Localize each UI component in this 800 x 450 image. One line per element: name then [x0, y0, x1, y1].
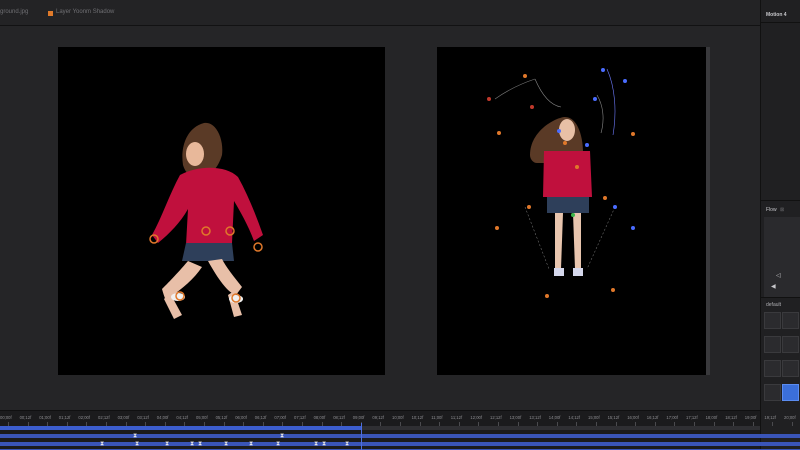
preset-step-icon[interactable] [764, 360, 781, 377]
keyframe-track[interactable]: ⧗ ⧗ [0, 433, 800, 439]
ruler-label: 00;00f [0, 415, 12, 420]
ruler-label: 09;00f [352, 415, 365, 420]
ruler-label: 01;00f [39, 415, 51, 420]
ruler-label: 16;00f [627, 415, 639, 420]
keyframe-marker[interactable]: ⧗ [345, 441, 349, 447]
ruler-label: 00;12f [19, 415, 32, 420]
ruler-label: 15;12f [607, 415, 620, 420]
keyframe-marker[interactable]: ⧗ [133, 433, 137, 439]
ruler-label: 17;00f [666, 415, 679, 420]
ruler-tick [772, 422, 774, 426]
ruler-label: 13;12f [529, 415, 541, 420]
ruler-label: 07;12f [294, 415, 306, 420]
ruler-label: 13;00f [509, 415, 522, 420]
preset-custom-icon[interactable] [782, 384, 799, 401]
ruler-label: 15;00f [588, 415, 600, 420]
timeline[interactable]: 00;00f 00;12f 01;00f 01;12f 02;00f 02;12f 03;0… [0, 410, 800, 450]
keyframe-marker[interactable]: ⧗ [280, 433, 284, 439]
preset-ease-in-out-icon[interactable] [782, 336, 799, 353]
ruler-label: 20;00f [784, 415, 796, 420]
keyframe-marker[interactable]: ⧗ [165, 441, 169, 447]
ruler-label: 09;12f [372, 415, 385, 420]
panel-divider [761, 297, 800, 298]
ruler-label: 04;00f [156, 415, 169, 420]
ruler-label: 03;00f [117, 415, 130, 420]
ruler-label: 19;12f [764, 415, 777, 420]
figure-seated-render [149, 122, 263, 319]
ruler-label: 02;12f [98, 415, 110, 420]
ruler-label: 18;00f [705, 415, 718, 420]
ruler-label: 04;12f [176, 415, 189, 420]
composition-stage [0, 26, 760, 410]
close-icon[interactable]: ⊠ [780, 207, 784, 213]
ruler-label: 10;12f [411, 415, 424, 420]
ruler-label: 06;12f [254, 415, 267, 420]
keyframe-marker[interactable]: ⧗ [322, 441, 326, 447]
tab-layer-shadow[interactable]: Layer Yoonm Shadow [56, 9, 114, 15]
viewer-right-rig[interactable] [437, 47, 706, 375]
ruler-label: 16;12f [646, 415, 659, 420]
panel-divider [761, 200, 800, 201]
ruler-label: 02;00f [78, 415, 91, 420]
ruler-label: 05;00f [196, 415, 208, 420]
ruler-label: 07;00f [274, 415, 287, 420]
preset-linear-icon[interactable] [764, 312, 781, 329]
flow-title: Flow [766, 207, 777, 213]
tab-ground[interactable]: ground.jpg [0, 9, 28, 15]
viewer-right-edge [706, 47, 710, 375]
preset-hold-icon[interactable] [782, 360, 799, 377]
playhead[interactable] [361, 423, 362, 450]
ruler-label: 19;00f [744, 415, 757, 420]
ruler-label: 12;12f [490, 415, 502, 420]
keyframe-track[interactable]: ⧗ ⧗ ⧗ ⧗ ⧗ ⧗ ⧗ ⧗ ⧗ ⧗ ⧗ [0, 441, 800, 447]
ruler-label: 03;12f [137, 415, 149, 420]
figure-rig-render [487, 68, 635, 298]
arrow-left-icon[interactable]: ◀ [771, 283, 776, 290]
keyframe-marker[interactable]: ⧗ [198, 441, 202, 447]
speaker-icon[interactable]: ◁ [776, 272, 781, 279]
keyframe-marker[interactable]: ⧗ [249, 441, 253, 447]
ruler-label: 08;00f [313, 415, 326, 420]
ruler-tick [792, 422, 793, 426]
panel-divider [761, 22, 800, 23]
ruler-label: 12;00f [470, 415, 483, 420]
keyframe-marker[interactable]: ⧗ [190, 441, 194, 447]
keyframe-marker[interactable]: ⧗ [224, 441, 228, 447]
preset-ease-out-icon[interactable] [764, 336, 781, 353]
preset-linear-alt-icon[interactable] [782, 312, 799, 329]
keyframe-marker[interactable]: ⧗ [100, 441, 104, 447]
ruler-label: 14;12f [568, 415, 581, 420]
preset-ease-in-icon[interactable] [764, 384, 781, 401]
keyframe-marker[interactable]: ⧗ [276, 441, 280, 447]
ruler-label: 01;12f [58, 415, 71, 420]
side-panel: Motion 4 Flow ⊠ ◁ ◀ default [760, 0, 800, 450]
viewer-left[interactable] [58, 47, 385, 375]
ruler-label: 08;12f [333, 415, 345, 420]
keyframe-marker[interactable]: ⧗ [314, 441, 318, 447]
ruler-label: 05;12f [215, 415, 228, 420]
ruler-label: 11;12f [450, 415, 463, 420]
work-area-bar[interactable] [0, 426, 361, 430]
keyframe-marker[interactable]: ⧗ [135, 441, 139, 447]
layer-color-swatch [48, 11, 53, 16]
ruler-label: 14;00f [548, 415, 561, 420]
ruler-label: 06;00f [235, 415, 247, 420]
panel-title: Motion 4 [766, 12, 787, 18]
flow-graph-area[interactable] [764, 217, 800, 297]
tab-bar: ground.jpg Layer Yoonm Shadow [0, 0, 760, 26]
ruler-label: 10;00f [392, 415, 404, 420]
ruler-label: 11;00f [431, 415, 443, 420]
ruler-label: 17;12f [686, 415, 698, 420]
ruler-label: 18;12f [725, 415, 737, 420]
preset-label: default [766, 302, 782, 308]
